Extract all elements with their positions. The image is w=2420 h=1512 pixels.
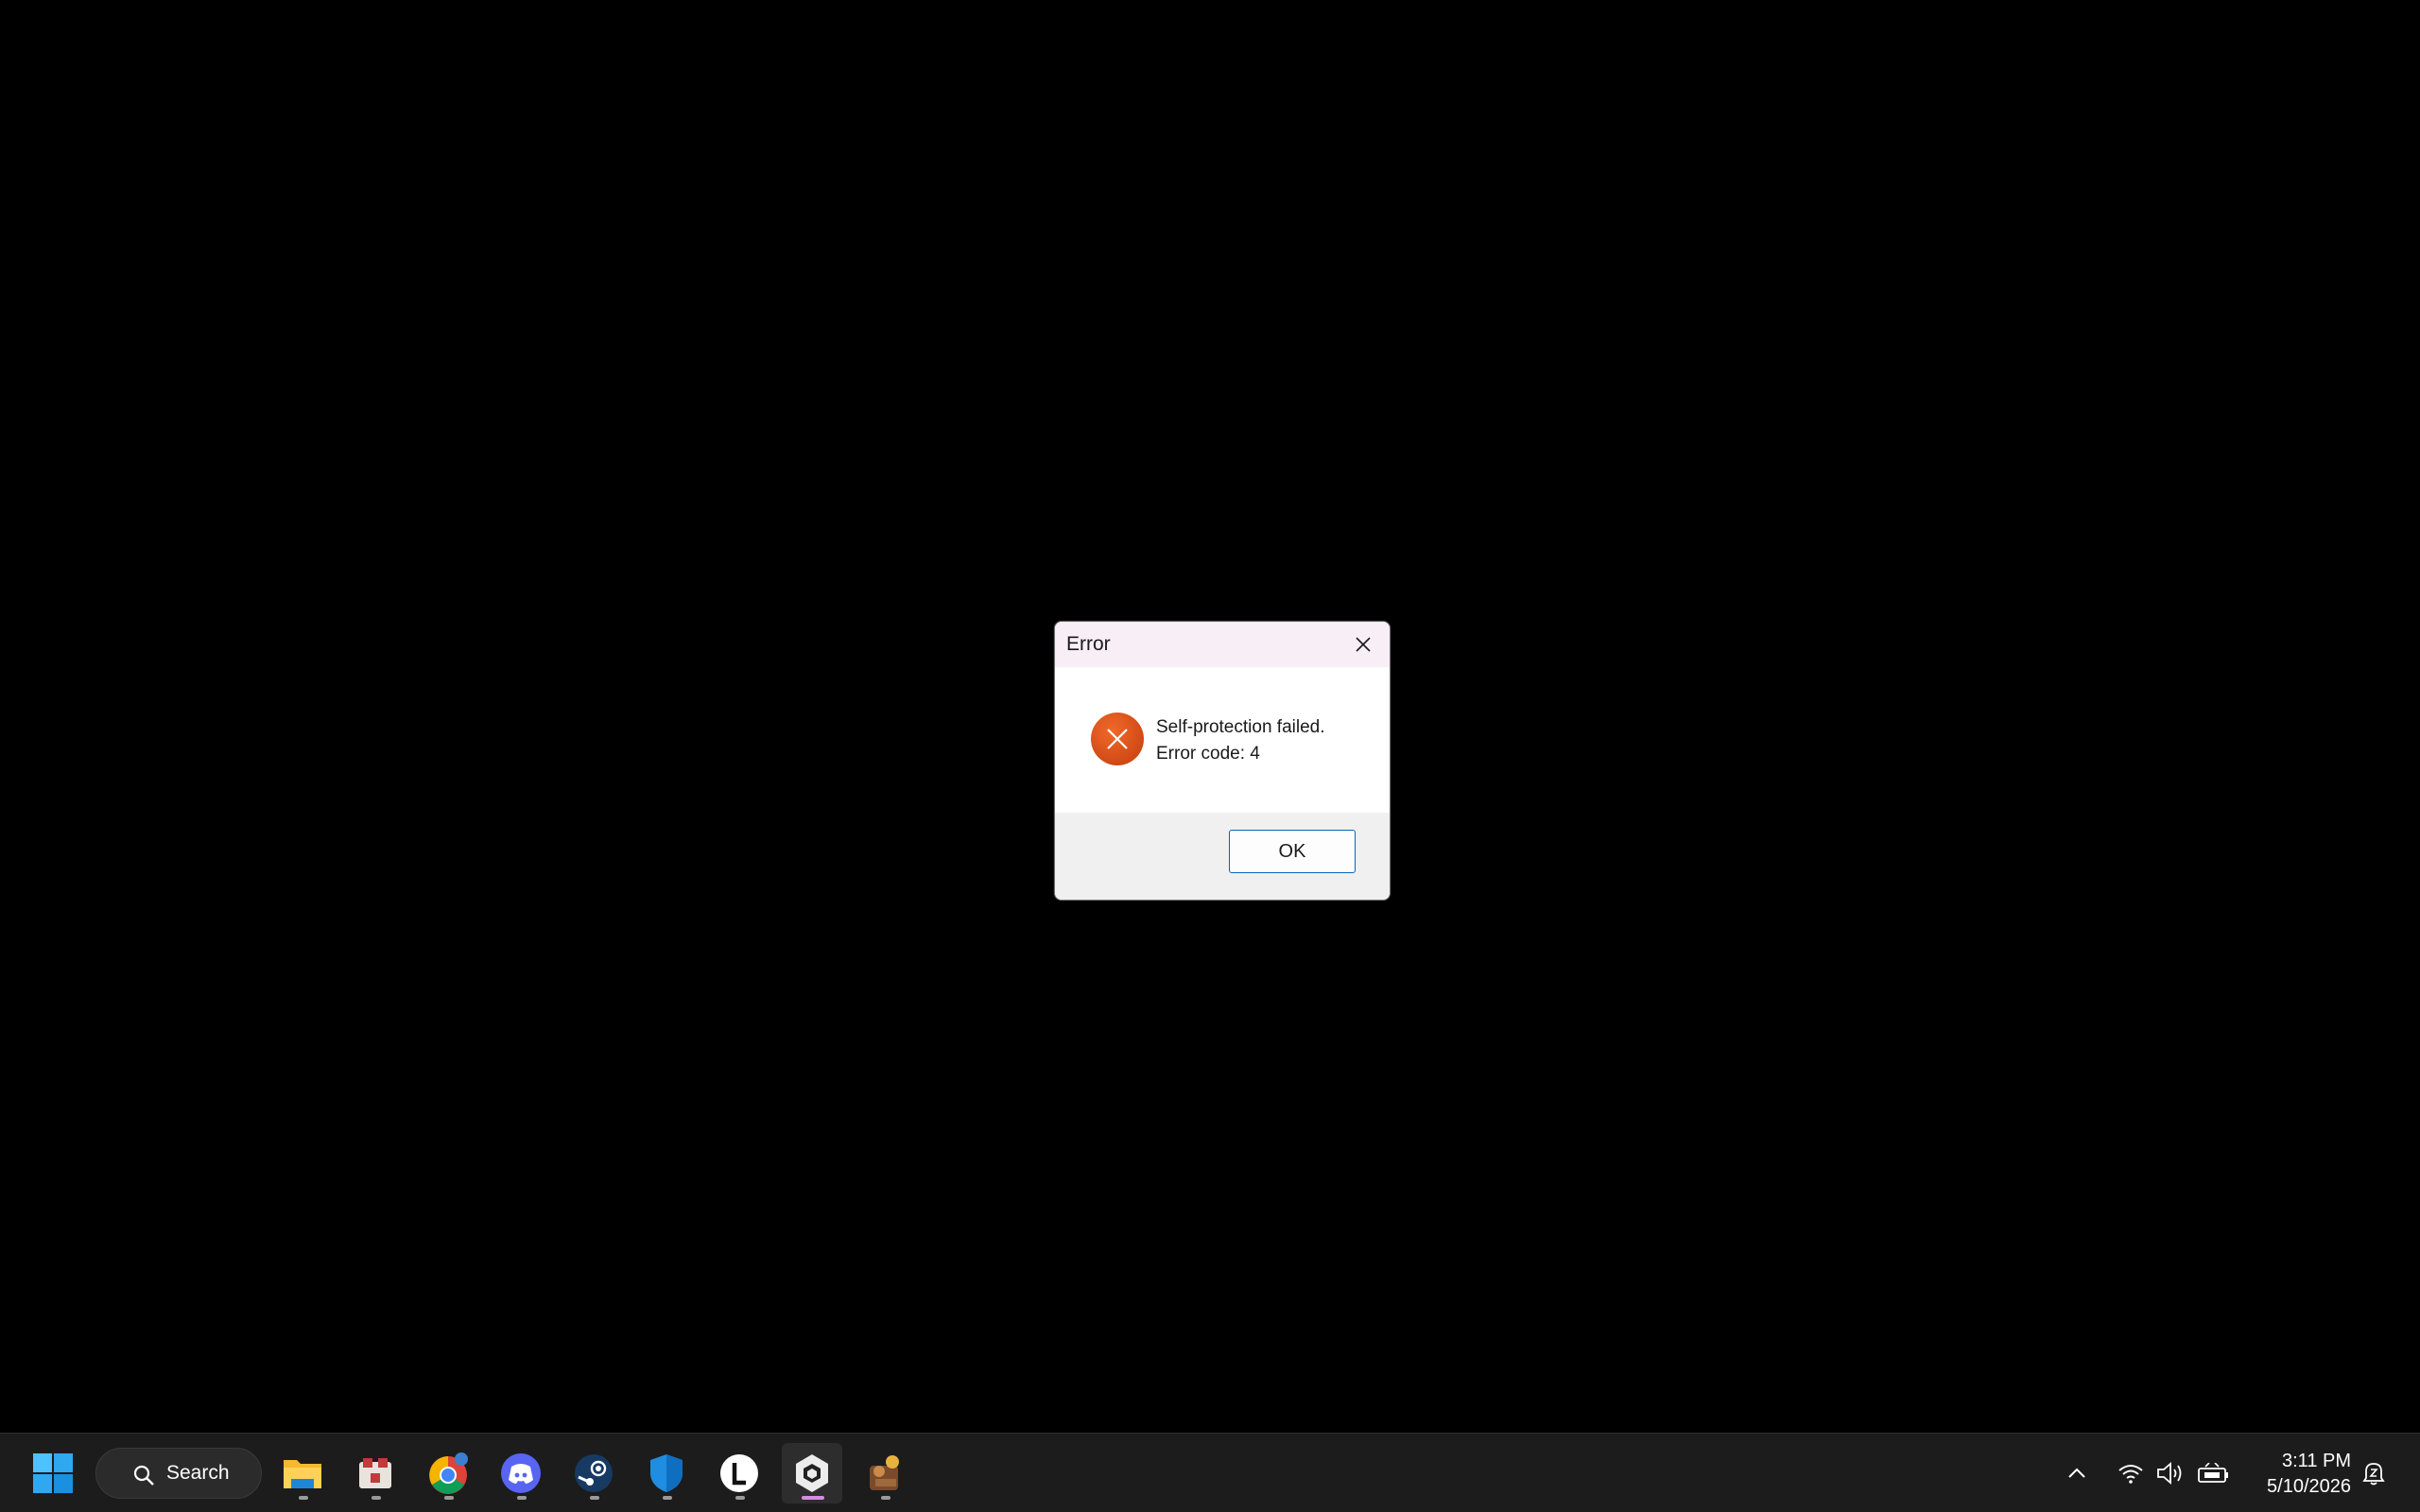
running-indicator <box>299 1496 308 1500</box>
start-button[interactable] <box>23 1443 83 1503</box>
taskbar-game-app[interactable] <box>345 1443 406 1503</box>
close-icon <box>1356 637 1371 652</box>
taskbar-steam[interactable] <box>563 1443 624 1503</box>
search-label: Search <box>166 1462 230 1484</box>
shield-icon <box>650 1454 683 1492</box>
taskbar-discord[interactable] <box>491 1443 551 1503</box>
windows-logo-icon <box>33 1453 73 1493</box>
battery-icon <box>2198 1462 2228 1483</box>
search-box[interactable]: Search <box>95 1448 262 1499</box>
dialog-title: Error <box>1066 633 1111 655</box>
wifi-icon <box>2118 1464 2143 1484</box>
battery-button[interactable] <box>2193 1434 2235 1512</box>
clock[interactable]: 3:11 PM 5/10/2026 <box>2267 1449 2351 1500</box>
taskbar-security[interactable] <box>636 1443 697 1503</box>
clock-date: 5/10/2026 <box>2267 1476 2351 1497</box>
taskbar-game[interactable] <box>855 1443 915 1503</box>
folder-icon <box>284 1460 321 1488</box>
close-button[interactable] <box>1337 622 1390 667</box>
message-line-1: Self-protection failed. <box>1156 717 1325 737</box>
running-indicator <box>590 1496 599 1500</box>
error-icon <box>1091 713 1144 765</box>
unity-icon <box>796 1454 828 1492</box>
error-dialog: Error Self-protection failed. Error code… <box>1054 621 1391 901</box>
active-indicator <box>802 1496 824 1500</box>
dialog-titlebar[interactable]: Error <box>1055 622 1390 667</box>
running-indicator <box>735 1496 745 1500</box>
error-message: Self-protection failed. Error code: 4 <box>1156 714 1325 767</box>
ok-button[interactable]: OK <box>1229 830 1356 873</box>
game-app-icon <box>359 1458 391 1488</box>
notifications-button[interactable] <box>2358 1434 2390 1512</box>
search-icon <box>133 1465 154 1486</box>
running-indicator <box>517 1496 527 1500</box>
running-indicator <box>663 1496 672 1500</box>
dialog-footer: OK <box>1055 813 1390 900</box>
show-hidden-icons-button[interactable] <box>2061 1434 2093 1512</box>
chrome-icon <box>429 1452 468 1494</box>
message-line-2: Error code: 4 <box>1156 744 1260 764</box>
taskbar-unity[interactable] <box>782 1443 842 1503</box>
taskbar-chrome[interactable] <box>418 1443 478 1503</box>
dialog-body: Self-protection failed. Error code: 4 <box>1055 667 1390 813</box>
l-letter-icon <box>720 1454 758 1492</box>
game-character-icon <box>870 1455 899 1490</box>
running-indicator <box>444 1496 454 1500</box>
taskbar-l-app[interactable] <box>709 1443 769 1503</box>
running-indicator <box>372 1496 381 1500</box>
notification-bell-icon <box>2362 1462 2385 1485</box>
wifi-button[interactable] <box>2112 1434 2150 1512</box>
taskbar: Search 3:11 PM 5/10/2026 <box>0 1433 2420 1512</box>
clock-time: 3:11 PM <box>2282 1451 2351 1471</box>
chevron-up-icon <box>2068 1468 2085 1478</box>
running-indicator <box>881 1496 890 1500</box>
discord-icon <box>501 1453 541 1493</box>
volume-button[interactable] <box>2152 1434 2189 1512</box>
taskbar-file-explorer[interactable] <box>272 1443 333 1503</box>
steam-icon <box>575 1454 613 1492</box>
volume-icon <box>2157 1461 2182 1485</box>
